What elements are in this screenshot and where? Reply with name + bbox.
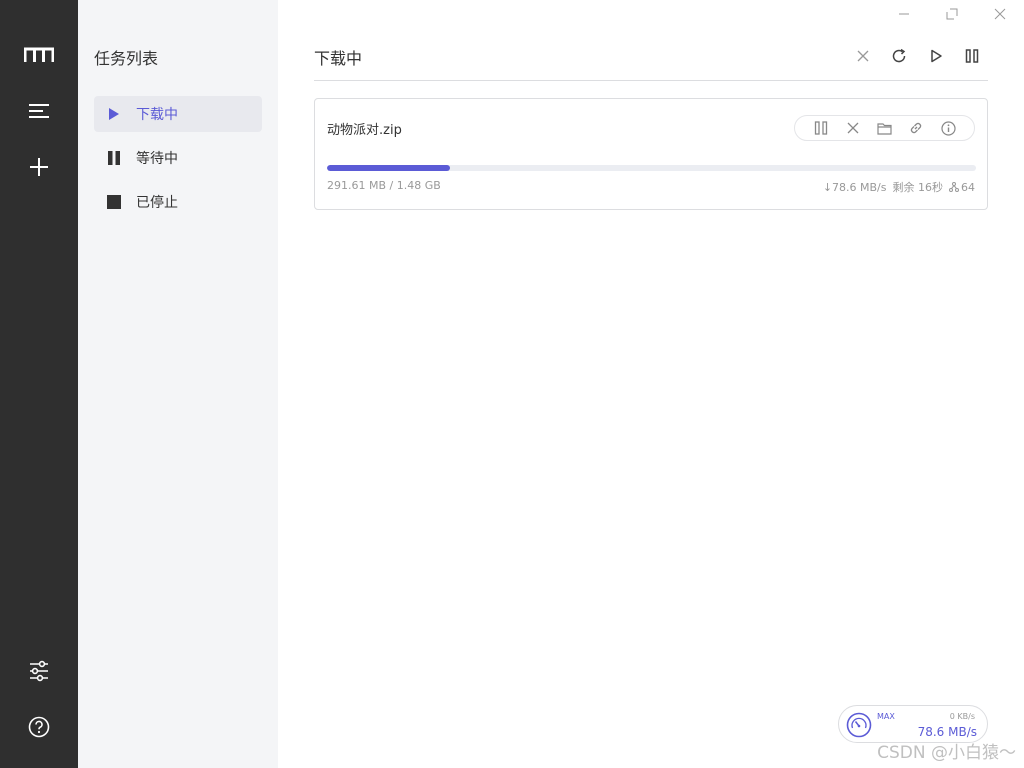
task-sidebar: 任务列表 下载中 等待中 已停止 [78,0,278,768]
upload-speed: 0 KB/s [949,712,975,721]
connections: 64 [949,181,975,194]
refresh-icon [892,48,906,63]
sidebar-item-stopped[interactable]: 已停止 [94,184,262,220]
info-icon [940,120,956,136]
sidebar-title: 任务列表 [94,49,159,68]
pause-icon [814,121,828,135]
menu-icon[interactable] [19,95,59,127]
total-download-speed: 78.6 MB/s [917,725,977,739]
play-icon [107,107,121,121]
copy-link-button[interactable] [907,119,925,137]
delete-all-button[interactable] [853,46,873,66]
delete-all-icon [857,50,869,62]
progress-bar [327,165,976,171]
connections-count: 64 [961,180,975,194]
folder-icon [877,122,892,135]
close-icon [994,8,1006,20]
app-rail [0,0,78,768]
logo-icon[interactable] [19,39,59,71]
sidebar-item-label: 等待中 [136,151,178,167]
connections-icon [949,182,959,192]
speedometer-icon [846,712,872,738]
pause-all-icon [965,49,979,63]
watermark: CSDN @小白猿～ [877,743,1016,763]
task-size: 291.61 MB / 1.48 GB [327,179,441,192]
max-label: MAX [877,712,895,721]
task-name: 动物派对.zip [327,123,402,138]
task-actions [794,115,975,141]
download-speed: ↓78.6 MB/s [822,180,887,194]
sidebar-item-label: 已停止 [136,195,178,211]
remaining-time: 剩余 16秒 [892,181,944,194]
task-stats: ↓78.6 MB/s 剩余 16秒 64 [823,179,975,195]
delete-task-button[interactable] [844,119,862,137]
header-divider [314,80,988,81]
pause-all-button[interactable] [962,46,982,66]
sidebar-item-label: 下载中 [136,107,178,123]
maximize-button[interactable] [940,4,964,24]
resume-all-icon [931,49,942,63]
minimize-icon [899,13,909,15]
help-icon[interactable] [19,711,59,743]
task-info-button[interactable] [939,119,957,137]
minimize-button[interactable] [892,4,916,24]
add-task-icon[interactable] [19,151,59,183]
task-item[interactable]: 动物派对.zip 291.61 MB / 1.48 GB ↓78.6 MB/s … [314,98,988,210]
open-folder-button[interactable] [875,119,893,137]
resume-all-button[interactable] [926,46,946,66]
pause-icon [107,151,121,165]
sidebar-item-waiting[interactable]: 等待中 [94,140,262,176]
maximize-icon [946,8,958,20]
progress-fill [327,165,451,171]
delete-icon [847,122,859,134]
sidebar-item-downloading[interactable]: 下载中 [94,96,262,132]
pause-task-button[interactable] [812,119,830,137]
close-window-button[interactable] [988,4,1012,24]
link-icon [911,122,922,134]
refresh-button[interactable] [889,46,909,66]
preferences-icon[interactable] [19,655,59,687]
page-title: 下载中 [314,49,363,68]
stop-icon [107,195,121,209]
